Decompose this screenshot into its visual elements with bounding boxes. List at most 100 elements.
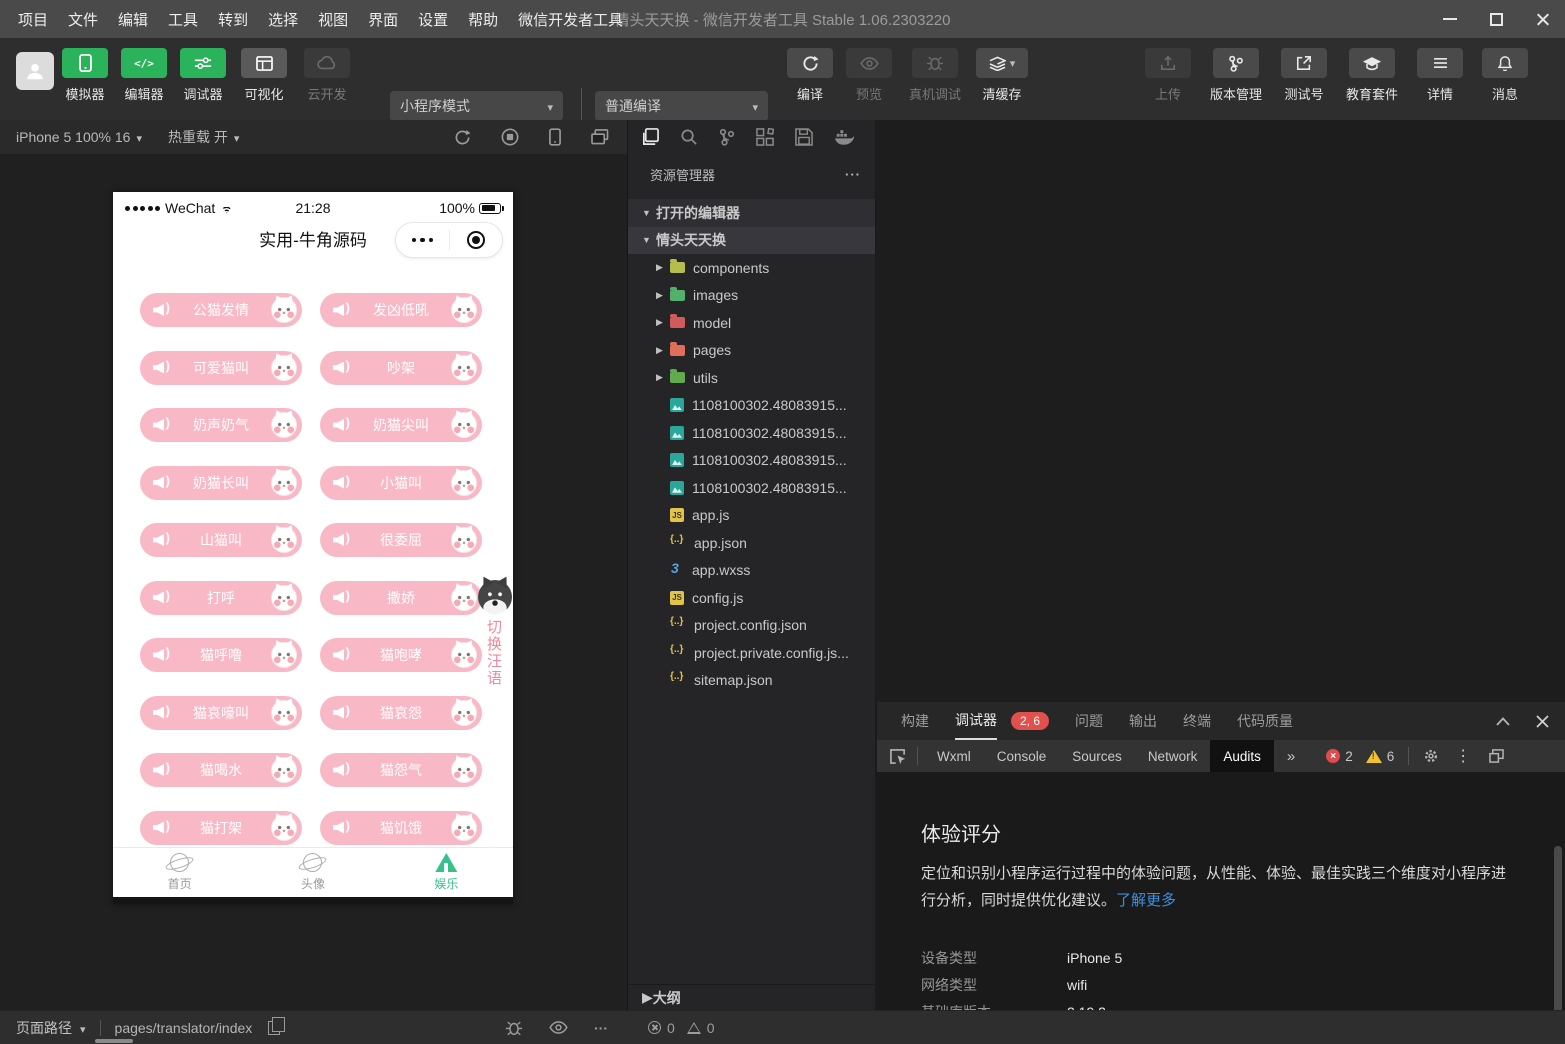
devtools-tab-audits[interactable]: Audits <box>1210 740 1274 772</box>
save-icon[interactable] <box>795 128 813 146</box>
open-editors-section[interactable]: 打开的编辑器 <box>628 199 875 227</box>
chevron-up-icon[interactable] <box>1496 717 1510 726</box>
menu-item-settings[interactable]: 设置 <box>408 9 458 30</box>
menu-item-select[interactable]: 选择 <box>258 9 308 30</box>
tab-problems[interactable]: 问题 <box>1075 702 1103 740</box>
close-panel-icon[interactable] <box>1536 715 1549 728</box>
tree-file-app-json[interactable]: app.json <box>628 529 875 557</box>
messages-button[interactable]: 消息 <box>1482 48 1528 103</box>
tab-build[interactable]: 构建 <box>901 702 929 740</box>
tree-file-app-wxss[interactable]: app.wxss <box>628 557 875 585</box>
sound-button[interactable]: 吵架 <box>320 351 482 385</box>
menu-item-devtools[interactable]: 微信开发者工具 <box>508 9 633 30</box>
tab-output[interactable]: 输出 <box>1129 702 1157 740</box>
tree-file-image[interactable]: 1108100302.48083915... <box>628 474 875 502</box>
sound-button[interactable]: 猫喝水 <box>140 753 302 787</box>
tree-folder-components[interactable]: components <box>628 254 875 282</box>
tab-avatar[interactable]: 头像 <box>246 848 379 897</box>
test-account-button[interactable]: 测试号 <box>1281 48 1327 103</box>
sound-button[interactable]: 很委屈 <box>320 523 482 557</box>
docker-icon[interactable] <box>834 129 854 145</box>
tab-terminal[interactable]: 终端 <box>1183 702 1211 740</box>
gear-icon[interactable] <box>1423 748 1439 764</box>
page-path-label[interactable]: 页面路径 <box>16 1018 72 1038</box>
menu-item-help[interactable]: 帮助 <box>458 9 508 30</box>
tree-file-image[interactable]: 1108100302.48083915... <box>628 392 875 420</box>
vconsole-bug-icon[interactable] <box>505 1020 523 1036</box>
learn-more-link[interactable]: 了解更多 <box>1116 892 1176 909</box>
tree-file-app-js[interactable]: app.js <box>628 502 875 530</box>
sound-button[interactable]: 猫怨气 <box>320 753 482 787</box>
tab-code-quality[interactable]: 代码质量 <box>1237 702 1293 740</box>
more-actions-icon[interactable] <box>845 167 861 182</box>
scrollbar[interactable] <box>1554 846 1562 1010</box>
tab-entertainment[interactable]: 娱乐 <box>380 848 513 897</box>
sound-button[interactable]: 可爱猫叫 <box>140 351 302 385</box>
sound-button[interactable]: 打呼 <box>140 581 302 615</box>
multi-window-icon[interactable] <box>591 129 609 145</box>
project-root[interactable]: 情头天天换 <box>628 227 875 255</box>
sound-button[interactable]: 猫咆哮 <box>320 638 482 672</box>
sound-button[interactable]: 撒娇 <box>320 581 482 615</box>
device-frame-icon[interactable] <box>549 128 561 146</box>
sound-button[interactable]: 发凶低吼 <box>320 293 482 327</box>
simulator-toggle[interactable]: 模拟器 <box>62 48 108 103</box>
sound-button[interactable]: 小猫叫 <box>320 466 482 500</box>
menu-item-goto[interactable]: 转到 <box>208 9 258 30</box>
avatar[interactable] <box>16 52 54 90</box>
compile-mode-select[interactable]: 普通编译 <box>595 91 768 121</box>
sound-button[interactable]: 猫呼噜 <box>140 638 302 672</box>
menu-item-tools[interactable]: 工具 <box>158 9 208 30</box>
education-suite-button[interactable]: 详情 教育套件 <box>1346 48 1398 103</box>
sound-button[interactable]: 公猫发情 <box>140 293 302 327</box>
tree-folder-model[interactable]: model <box>628 309 875 337</box>
tree-folder-images[interactable]: images <box>628 282 875 310</box>
sound-button[interactable]: 奶猫长叫 <box>140 466 302 500</box>
app-grid-icon[interactable] <box>756 128 774 146</box>
kebab-menu-icon[interactable] <box>1455 746 1471 766</box>
close-button[interactable] <box>1519 0 1565 38</box>
tree-folder-pages[interactable]: pages <box>628 337 875 365</box>
maximize-button[interactable] <box>1473 0 1519 38</box>
debugger-toggle[interactable]: 调试器 <box>180 48 226 103</box>
sound-button[interactable]: 山猫叫 <box>140 523 302 557</box>
tree-file-sitemap[interactable]: sitemap.json <box>628 667 875 695</box>
device-select[interactable]: iPhone 5 100% 16 <box>16 129 142 145</box>
devtools-tab-console[interactable]: Console <box>984 740 1060 772</box>
clear-cache-button[interactable]: 清缓存 <box>976 48 1028 103</box>
sound-button[interactable]: 猫饥饿 <box>320 811 482 845</box>
details-button[interactable]: 详情 <box>1417 48 1463 103</box>
search-icon[interactable] <box>680 128 698 146</box>
mode-select[interactable]: 小程序模式 <box>390 91 563 121</box>
tree-folder-utils[interactable]: utils <box>628 364 875 392</box>
editor-toggle[interactable]: 编辑器 <box>121 48 167 103</box>
devtools-tab-network[interactable]: Network <box>1135 740 1211 772</box>
menu-item-interface[interactable]: 界面 <box>358 9 408 30</box>
more-tabs-icon[interactable] <box>1274 740 1308 772</box>
menu-item-view[interactable]: 视图 <box>308 9 358 30</box>
undock-icon[interactable] <box>1489 749 1504 763</box>
files-icon[interactable] <box>641 128 659 146</box>
watch-eye-icon[interactable] <box>549 1021 568 1034</box>
compile-button[interactable]: 编译 <box>787 48 833 103</box>
tree-file-project-private-config[interactable]: project.private.config.js... <box>628 639 875 667</box>
exit-mini-program-button[interactable] <box>450 231 503 249</box>
menu-item-file[interactable]: 文件 <box>58 9 108 30</box>
minimize-button[interactable] <box>1427 0 1473 38</box>
tab-home[interactable]: 首页 <box>113 848 246 897</box>
sound-button[interactable]: 猫哀怨 <box>320 696 482 730</box>
tree-file-config-js[interactable]: config.js <box>628 584 875 612</box>
husky-dog-icon[interactable] <box>478 580 512 614</box>
rotate-icon[interactable] <box>454 129 471 146</box>
switch-dog-language-label[interactable]: 切换汪语 <box>484 619 502 687</box>
tree-file-image[interactable]: 1108100302.48083915... <box>628 447 875 475</box>
sound-button[interactable]: 奶声奶气 <box>140 408 302 442</box>
inspect-icon[interactable] <box>889 748 907 765</box>
copy-icon[interactable] <box>268 1021 280 1035</box>
tree-file-image[interactable]: 1108100302.48083915... <box>628 419 875 447</box>
horizontal-scrollbar[interactable] <box>95 1039 133 1043</box>
more-menu-button[interactable] <box>396 238 449 243</box>
devtools-tab-wxml[interactable]: Wxml <box>924 740 984 772</box>
git-branch-icon[interactable] <box>719 128 735 146</box>
sound-button[interactable]: 猫哀嚎叫 <box>140 696 302 730</box>
